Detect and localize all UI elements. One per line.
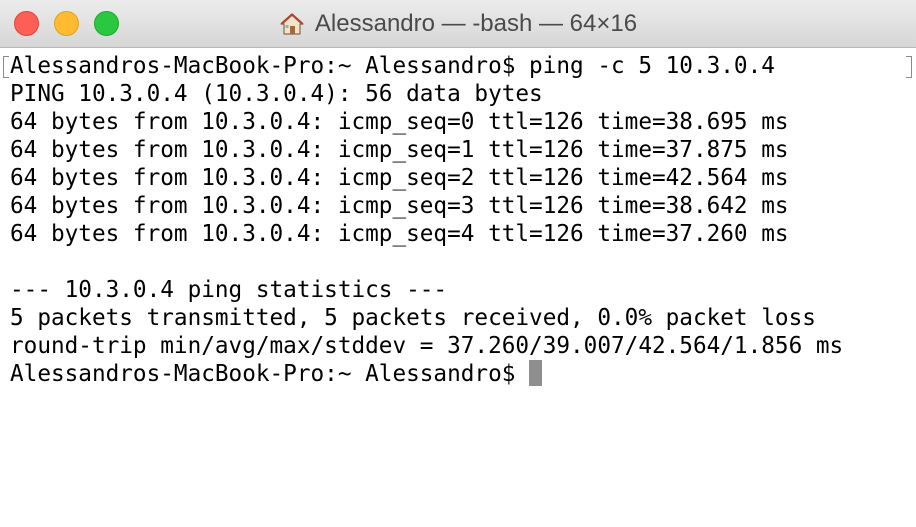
home-icon xyxy=(280,13,304,35)
scroll-marker-left xyxy=(3,56,9,78)
terminal-line: 64 bytes from 10.3.0.4: icmp_seq=2 ttl=1… xyxy=(10,165,789,191)
terminal-line: PING 10.3.0.4 (10.3.0.4): 56 data bytes xyxy=(10,81,543,107)
terminal-line: Alessandros-MacBook-Pro:~ Alessandro$ pi… xyxy=(10,53,775,79)
text-cursor xyxy=(529,360,543,386)
terminal-line: 64 bytes from 10.3.0.4: icmp_seq=1 ttl=1… xyxy=(10,137,789,163)
terminal-line: --- 10.3.0.4 ping statistics --- xyxy=(10,277,448,303)
shell-prompt: Alessandros-MacBook-Pro:~ Alessandro$ xyxy=(10,361,530,387)
terminal-line: round-trip min/avg/max/stddev = 37.260/3… xyxy=(10,333,844,359)
terminal-line: 64 bytes from 10.3.0.4: icmp_seq=3 ttl=1… xyxy=(10,193,789,219)
terminal-line: 64 bytes from 10.3.0.4: icmp_seq=0 ttl=1… xyxy=(10,109,789,135)
terminal-output[interactable]: Alessandros-MacBook-Pro:~ Alessandro$ pi… xyxy=(10,52,906,388)
prompt-line[interactable]: Alessandros-MacBook-Pro:~ Alessandro$ xyxy=(10,360,906,388)
window-title: Alessandro — -bash — 64×16 xyxy=(314,10,638,37)
terminal-line: 5 packets transmitted, 5 packets receive… xyxy=(10,305,816,331)
scroll-marker-right xyxy=(906,56,912,78)
window-title-group: Alessandro — -bash — 64×16 xyxy=(0,0,916,48)
title-bar[interactable]: Alessandro — -bash — 64×16 xyxy=(0,0,916,48)
terminal-window: Alessandro — -bash — 64×16 Alessandros-M… xyxy=(0,0,916,527)
terminal-line: 64 bytes from 10.3.0.4: icmp_seq=4 ttl=1… xyxy=(10,221,789,247)
